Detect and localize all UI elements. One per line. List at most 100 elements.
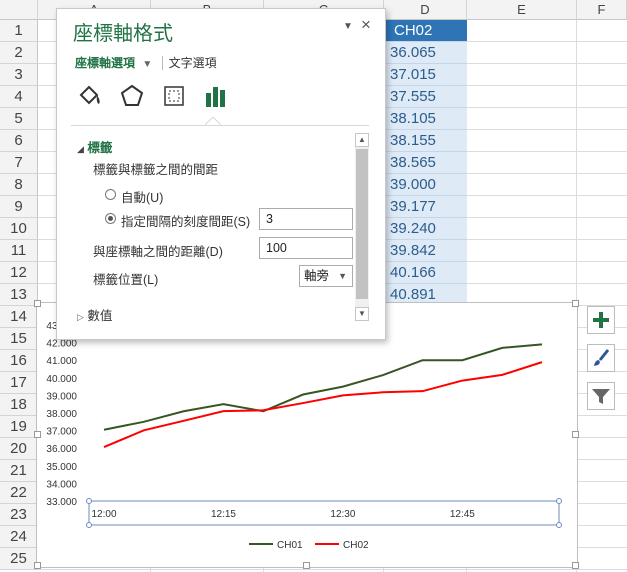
axis-options-icon[interactable]	[201, 81, 231, 111]
row-header[interactable]: 3	[0, 64, 38, 86]
column-header-d[interactable]: D	[384, 0, 467, 20]
axis-selection-handle[interactable]	[556, 498, 562, 504]
specify-interval-radio[interactable]	[105, 213, 116, 224]
row-header[interactable]: 18	[0, 394, 38, 416]
row-header[interactable]: 15	[0, 328, 38, 350]
cell-d-value[interactable]: 38.565	[384, 152, 467, 174]
specify-interval-input[interactable]: 3	[259, 208, 353, 230]
resize-handle[interactable]	[34, 562, 41, 569]
row-header[interactable]: 14	[0, 306, 38, 328]
resize-handle[interactable]	[303, 562, 310, 569]
row-header[interactable]: 4	[0, 86, 38, 108]
axis-selection-handle[interactable]	[556, 522, 562, 528]
scroll-up-button[interactable]: ▲	[355, 133, 369, 147]
filter-icon	[592, 389, 610, 404]
y-tick-label: 36.000	[46, 444, 77, 455]
legend-label-ch02[interactable]: CH02	[343, 540, 369, 551]
format-axis-pane: 座標軸格式 ▼ × 座標軸選項 ▼ 文字選項 ◢ 標籤 標籤與標籤之間的間距 自…	[56, 8, 386, 340]
column-header-f[interactable]: F	[577, 0, 627, 20]
cell-d-value[interactable]: 39.177	[384, 196, 467, 218]
cell-d-value[interactable]: 38.105	[384, 108, 467, 130]
line-chart[interactable]: 33.000 34.000 35.000 36.000 37.000 38.000 39.0…	[34, 300, 579, 569]
label-position-dropdown[interactable]: 軸旁 ▼	[299, 265, 353, 287]
axis-selection-handle[interactable]	[86, 498, 92, 504]
row-header[interactable]: 5	[0, 108, 38, 130]
chart-elements-button[interactable]	[587, 306, 615, 334]
row-gridline	[38, 569, 627, 570]
row-header[interactable]: 8	[0, 174, 38, 196]
cell-d1-header[interactable]: CH02	[384, 20, 467, 42]
section-labels-header[interactable]: ◢ 標籤	[77, 137, 112, 156]
tab-dropdown-icon[interactable]: ▼	[142, 59, 152, 70]
row-header[interactable]: 12	[0, 262, 38, 284]
distance-from-axis-input[interactable]: 100	[259, 237, 353, 259]
row-header[interactable]: 6	[0, 130, 38, 152]
auto-radio-label[interactable]: 自動(U)	[121, 187, 163, 206]
resize-handle[interactable]	[34, 431, 41, 438]
fill-line-icon[interactable]	[75, 81, 105, 111]
chart-filters-button[interactable]	[587, 382, 615, 410]
y-tick-label: 42.000	[46, 339, 77, 350]
y-tick-label: 34.000	[46, 479, 77, 490]
series-line-ch01[interactable]	[103, 343, 543, 431]
pane-options-dropdown[interactable]: ▼	[343, 21, 353, 32]
column-header-e[interactable]: E	[467, 0, 577, 20]
resize-handle[interactable]	[34, 300, 41, 307]
row-header[interactable]: 11	[0, 240, 38, 262]
row-header[interactable]: 19	[0, 416, 38, 438]
pane-scrollbar[interactable]: ▲ ▼	[355, 133, 369, 321]
pane-title: 座標軸格式	[73, 23, 173, 45]
row-header[interactable]: 23	[0, 504, 38, 526]
x-axis-selection[interactable]	[88, 500, 560, 526]
resize-handle[interactable]	[572, 431, 579, 438]
interval-between-labels-label: 標籤與標籤之間的間距	[93, 163, 219, 177]
specify-interval-label[interactable]: 指定間隔的刻度間距(S)	[121, 211, 250, 230]
size-properties-icon[interactable]	[159, 81, 189, 111]
cell-d-value[interactable]: 38.155	[384, 130, 467, 152]
section-number-header[interactable]: ▷ 數值	[77, 305, 112, 324]
resize-handle[interactable]	[572, 300, 579, 307]
row-header[interactable]: 7	[0, 152, 38, 174]
select-all-corner[interactable]	[0, 0, 38, 20]
tab-axis-options[interactable]: 座標軸選項	[75, 56, 135, 70]
row-header[interactable]: 13	[0, 284, 38, 306]
chart-styles-button[interactable]	[587, 344, 615, 372]
series-line-ch02[interactable]	[103, 361, 543, 448]
cell-d-value[interactable]: 36.065	[384, 42, 467, 64]
y-tick-label: 35.000	[46, 462, 77, 473]
y-tick-label: 37.000	[46, 427, 77, 438]
cell-d-value[interactable]: 37.555	[384, 86, 467, 108]
paintbrush-icon	[594, 349, 610, 366]
resize-handle[interactable]	[572, 562, 579, 569]
cell-d-value[interactable]: 39.240	[384, 218, 467, 240]
cell-d-value[interactable]: 39.842	[384, 240, 467, 262]
x-tick-label: 12:30	[330, 509, 355, 520]
legend-label-ch01[interactable]: CH01	[277, 540, 303, 551]
cell-d-value[interactable]: 40.166	[384, 262, 467, 284]
cell-d-value[interactable]: 37.015	[384, 64, 467, 86]
distance-from-axis-label: 與座標軸之間的距離(D)	[93, 245, 223, 259]
y-tick-label: 41.000	[46, 356, 77, 367]
row-header[interactable]: 25	[0, 548, 38, 570]
cell-d-value[interactable]: 39.000	[384, 174, 467, 196]
x-tick-label: 12:15	[211, 509, 236, 520]
row-header[interactable]: 22	[0, 482, 38, 504]
plus-icon	[593, 312, 609, 328]
row-header[interactable]: 24	[0, 526, 38, 548]
row-header[interactable]: 1	[0, 20, 38, 42]
scroll-down-button[interactable]: ▼	[355, 307, 369, 321]
row-header[interactable]: 10	[0, 218, 38, 240]
row-header[interactable]: 9	[0, 196, 38, 218]
row-header[interactable]: 20	[0, 438, 38, 460]
auto-radio[interactable]	[105, 189, 116, 200]
scrollbar-thumb[interactable]	[356, 149, 368, 299]
y-tick-label: 39.000	[46, 391, 77, 402]
axis-selection-handle[interactable]	[86, 522, 92, 528]
close-pane-button[interactable]: ×	[361, 15, 371, 35]
row-header[interactable]: 17	[0, 372, 38, 394]
effects-icon[interactable]	[117, 81, 147, 111]
row-header[interactable]: 16	[0, 350, 38, 372]
tab-text-options[interactable]: 文字選項	[161, 56, 217, 70]
row-header[interactable]: 2	[0, 42, 38, 64]
row-header[interactable]: 21	[0, 460, 38, 482]
